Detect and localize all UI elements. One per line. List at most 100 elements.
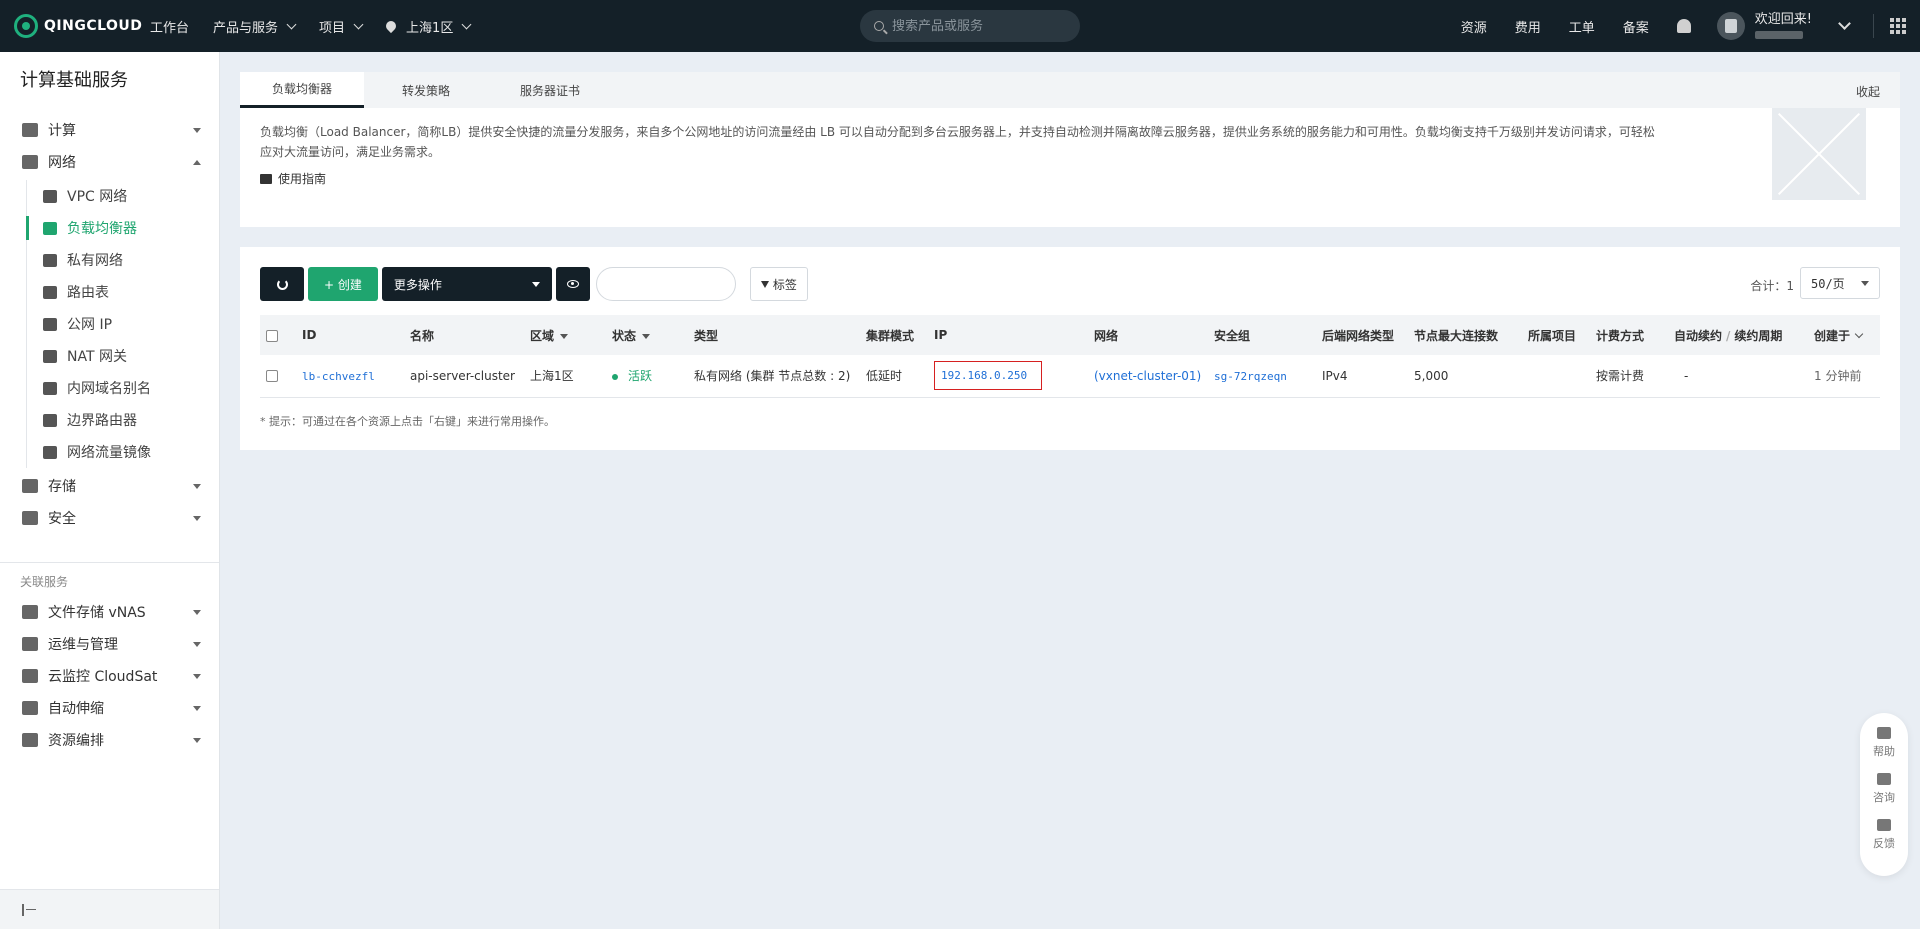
lb-network-link[interactable]: (vxnet-cluster-01) [1094,369,1201,383]
consult-button[interactable]: 咨询 [1873,773,1895,805]
col-name[interactable]: 名称 [404,315,524,355]
user-guide-link[interactable]: 使用指南 [240,162,1900,187]
region-selector[interactable]: 上海1区 [383,17,472,36]
col-zone[interactable]: 区域 [524,315,606,355]
col-status[interactable]: 状态 [606,315,688,355]
filter-search-input[interactable] [595,267,736,301]
tab-load-balancer[interactable]: 负载均衡器 [240,72,364,108]
nav-products[interactable]: 产品与服务 [213,17,297,36]
feedback-button[interactable]: 反馈 [1873,819,1895,851]
caret-down-icon [193,128,201,133]
chevron-down-icon[interactable] [1838,17,1851,30]
col-ip[interactable]: IP [928,315,1088,355]
bell-icon[interactable] [1676,19,1691,33]
network-submenu: VPC 网络 负载均衡器 私有网络 路由表 公网 IP NAT 网关 内网域名别… [26,180,219,468]
create-button[interactable]: + 创建 [308,267,378,301]
avatar[interactable] [1716,12,1745,40]
sidebar-item-load-balancer[interactable]: 负载均衡器 [26,212,219,244]
logo-text: QINGCLOUD [44,18,143,34]
col-security-group[interactable]: 安全组 [1208,315,1316,355]
table-row[interactable]: lb-cchvezfl api-server-cluster 上海1区 活跃 私… [260,355,1880,397]
sidebar-group-storage[interactable]: 存储 [0,470,219,502]
sidebar-item-dns-alias[interactable]: 内网域名别名 [27,372,219,404]
lb-security-group-link[interactable]: sg-72rqzeqn [1214,370,1287,383]
sidebar-group-ops[interactable]: 运维与管理 [0,628,219,660]
sidebar-group-security[interactable]: 安全 [0,502,219,534]
chevron-down-icon [353,19,364,29]
tag-filter-button[interactable]: 标签 [749,267,808,301]
sidebar-group-orchestration[interactable]: 资源编排 [0,724,219,756]
col-max-connections[interactable]: 节点最大连接数 [1408,315,1522,355]
col-billing[interactable]: 计费方式 [1590,315,1668,355]
chevron-down-icon [286,19,297,29]
intro-text: 负载均衡（Load Balancer，简称LB）提供安全快捷的流量分发服务，来自… [260,125,1655,159]
tab-forward-policy[interactable]: 转发策略 [364,72,488,108]
user-welcome[interactable]: 欢迎回来! [1754,13,1812,39]
search-icon [874,21,884,31]
collapse-sidebar-icon[interactable] [22,903,36,916]
logo[interactable]: QINGCLOUD [14,14,150,38]
col-project[interactable]: 所属项目 [1522,315,1590,355]
network-icon [22,155,38,169]
col-created[interactable]: 创建于 [1808,315,1880,355]
lb-ip[interactable]: 192.168.0.250 [934,361,1043,391]
lb-auto-renew: - [1684,368,1689,383]
sidebar-item-vpc[interactable]: VPC 网络 [27,180,219,212]
tab-bar: 负载均衡器 转发策略 服务器证书 收起 [240,72,1900,108]
caret-down-icon [193,484,201,489]
sidebar-item-traffic-mirror[interactable]: 网络流量镜像 [27,436,219,468]
collapse-link[interactable]: 收起 [1856,83,1880,100]
load-balancer-table: ID 名称 区域 状态 类型 集群模式 IP 网络 安全组 后端网络类型 节点最… [260,315,1880,398]
caret-up-icon [193,160,201,165]
sidebar-title: 计算基础服务 [20,70,128,91]
top-navbar: QINGCLOUD 工作台 产品与服务 项目 上海1区 资源 费用 工单 备案 … [0,0,1920,52]
more-actions-dropdown[interactable]: 更多操作 [381,267,552,301]
lb-created: 1 分钟前 [1814,369,1862,384]
select-all-checkbox[interactable] [266,329,278,342]
sidebar-group-vnas[interactable]: 文件存储 vNAS [0,596,219,628]
app-grid-icon[interactable] [1890,18,1906,34]
column-visibility-button[interactable] [555,267,590,301]
nav-workbench[interactable]: 工作台 [150,17,189,36]
chevron-down-icon [1854,329,1864,339]
caret-down-icon [193,674,201,679]
sidebar-group-cloudsat[interactable]: 云监控 CloudSat [0,660,219,692]
col-network[interactable]: 网络 [1088,315,1208,355]
refresh-button[interactable] [260,267,304,301]
location-pin-icon [383,18,399,34]
col-id[interactable]: ID [296,315,404,355]
sidebar-group-autoscaling[interactable]: 自动伸缩 [0,692,219,724]
per-page-select[interactable]: 50/页 [1800,267,1880,299]
ip-icon [43,317,57,331]
caret-down-icon [193,516,201,521]
search-input[interactable] [892,18,1062,34]
help-button[interactable]: 帮助 [1873,727,1895,759]
global-search[interactable] [860,10,1080,42]
nav-billing[interactable]: 费用 [1515,17,1541,36]
col-cluster-mode[interactable]: 集群模式 [860,315,928,355]
sidebar-item-border-router[interactable]: 边界路由器 [27,404,219,436]
sidebar-item-eip[interactable]: 公网 IP [27,308,219,340]
sidebar-item-nat-gateway[interactable]: NAT 网关 [27,340,219,372]
ops-icon [22,637,38,651]
nav-resources[interactable]: 资源 [1461,17,1487,36]
col-auto-renew[interactable]: 自动续约 / 续约周期 [1668,315,1808,355]
sidebar-collapse-bar[interactable] [0,889,219,929]
sidebar-item-route-table[interactable]: 路由表 [27,276,219,308]
lb-zone: 上海1区 [530,369,574,384]
nav-projects[interactable]: 项目 [319,17,364,36]
divider [1873,14,1874,38]
col-backend-type[interactable]: 后端网络类型 [1316,315,1408,355]
lb-id-link[interactable]: lb-cchvezfl [302,370,375,383]
book-icon [260,173,272,184]
tab-server-certificate[interactable]: 服务器证书 [488,72,612,108]
resource-list-panel: + 创建 更多操作 标签 合计：1 50/页 ID 名称 区域 状态 类型 集群… [240,247,1900,450]
nav-tickets[interactable]: 工单 [1569,17,1595,36]
sidebar-group-network[interactable]: 网络 [0,146,219,178]
sidebar-item-vxnet[interactable]: 私有网络 [27,244,219,276]
sidebar-group-compute[interactable]: 计算 [0,114,219,146]
nav-filing[interactable]: 备案 [1623,17,1649,36]
col-type[interactable]: 类型 [688,315,860,355]
row-checkbox[interactable] [266,370,278,383]
caret-down-icon [560,333,569,339]
